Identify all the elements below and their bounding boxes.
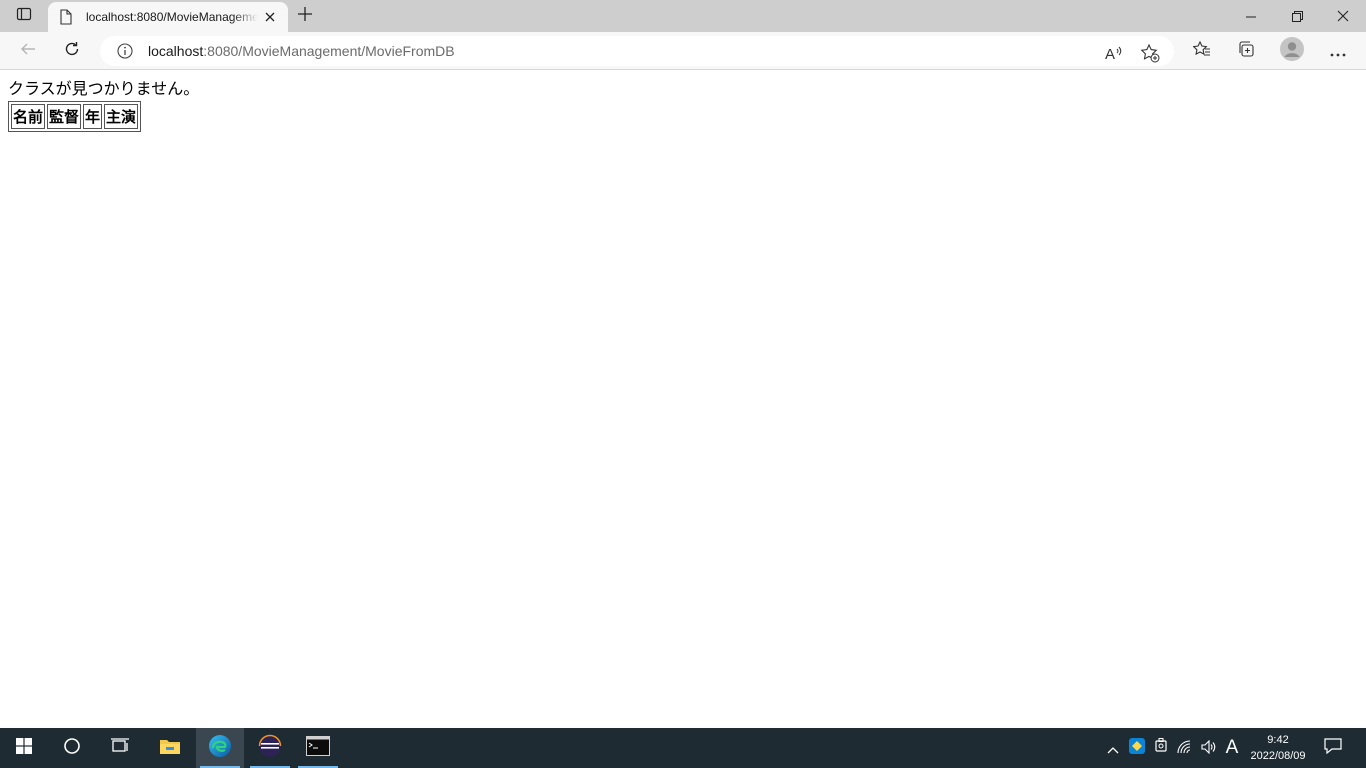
app-tray-icon bbox=[1129, 738, 1145, 758]
restore-icon bbox=[1291, 7, 1303, 26]
header-name: 名前 bbox=[11, 104, 46, 129]
favorites-icon bbox=[1192, 40, 1211, 62]
file-explorer-button[interactable] bbox=[146, 728, 194, 768]
add-favorite-icon[interactable] bbox=[1140, 43, 1160, 63]
back-arrow-icon bbox=[20, 41, 36, 61]
windows-logo-icon bbox=[16, 738, 32, 758]
back-button[interactable] bbox=[12, 35, 44, 67]
read-aloud-icon[interactable]: A bbox=[1104, 43, 1124, 63]
task-view-icon bbox=[110, 737, 130, 759]
url-text: localhost:8080/MovieManagement/MovieFrom… bbox=[148, 43, 455, 59]
table-header-row: 名前 監督 年 主演 bbox=[11, 104, 139, 129]
eclipse-ide-icon bbox=[258, 734, 282, 762]
address-bar[interactable]: localhost:8080/MovieManagement/MovieFrom… bbox=[100, 36, 1174, 66]
collections-button[interactable] bbox=[1230, 35, 1262, 67]
profile-button[interactable] bbox=[1276, 35, 1308, 67]
clock[interactable]: 9:42 2022/08/09 bbox=[1244, 732, 1312, 764]
tab-actions-button[interactable] bbox=[0, 0, 48, 32]
browser-tab[interactable]: localhost:8080/MovieManagement/MovieFrom… bbox=[48, 2, 288, 32]
svg-text:A: A bbox=[1105, 46, 1115, 61]
chevron-up-icon bbox=[1107, 739, 1119, 758]
input-method-indicator[interactable]: A bbox=[1222, 728, 1242, 768]
start-button[interactable] bbox=[0, 728, 48, 768]
terminal-taskbar-button[interactable] bbox=[294, 728, 342, 768]
search-button[interactable] bbox=[48, 728, 96, 768]
network-icon bbox=[1177, 739, 1193, 758]
task-view-button[interactable] bbox=[96, 728, 144, 768]
header-year: 年 bbox=[83, 104, 103, 129]
notification-icon bbox=[1324, 738, 1342, 758]
eclipse-taskbar-button[interactable] bbox=[246, 728, 294, 768]
url-host: localhost bbox=[148, 43, 204, 59]
close-icon bbox=[1337, 7, 1349, 26]
refresh-icon bbox=[64, 41, 80, 61]
tab-strip: localhost:8080/MovieManagement/MovieFrom… bbox=[0, 0, 1366, 32]
volume-icon bbox=[1201, 739, 1217, 758]
error-message: クラスが見つかりません。 bbox=[8, 79, 200, 98]
network-button[interactable] bbox=[1174, 728, 1196, 768]
tab-title: localhost:8080/MovieManagement/MovieFrom… bbox=[86, 10, 258, 24]
device-icon bbox=[1154, 738, 1168, 758]
header-lead-actor: 主演 bbox=[104, 104, 139, 129]
tab-actions-icon bbox=[16, 6, 32, 26]
site-info-icon[interactable] bbox=[116, 42, 134, 60]
edge-taskbar-button[interactable] bbox=[196, 728, 244, 768]
close-window-button[interactable] bbox=[1320, 0, 1366, 32]
search-circle-icon bbox=[63, 737, 81, 759]
collections-icon bbox=[1237, 40, 1255, 62]
clock-date: 2022/08/09 bbox=[1250, 750, 1306, 762]
refresh-button[interactable] bbox=[56, 35, 88, 67]
show-hidden-icons-button[interactable] bbox=[1104, 728, 1122, 768]
folder-icon bbox=[159, 737, 181, 759]
movie-table: 名前 監督 年 主演 bbox=[8, 101, 142, 132]
clock-time: 9:42 bbox=[1267, 734, 1289, 746]
edge-browser-icon bbox=[208, 734, 232, 762]
header-director: 監督 bbox=[47, 104, 82, 129]
volume-button[interactable] bbox=[1198, 728, 1220, 768]
url-path: :8080/MovieManagement/MovieFromDB bbox=[203, 43, 455, 59]
browser-toolbar: localhost:8080/MovieManagement/MovieFrom… bbox=[0, 32, 1366, 70]
avatar bbox=[1280, 37, 1304, 65]
page-icon bbox=[58, 9, 74, 25]
tab-close-icon[interactable] bbox=[262, 9, 278, 25]
minimize-icon bbox=[1246, 7, 1256, 26]
minimize-button[interactable] bbox=[1228, 0, 1274, 32]
command-prompt-icon bbox=[306, 736, 330, 760]
taskbar: A 9:42 2022/08/09 bbox=[0, 728, 1366, 768]
page-content: クラスが見つかりません。 名前 監督 年 主演 bbox=[0, 71, 1366, 728]
app-tray-button[interactable] bbox=[1127, 728, 1147, 768]
favorites-button[interactable] bbox=[1186, 35, 1218, 67]
device-tray-button[interactable] bbox=[1151, 728, 1171, 768]
plus-icon bbox=[297, 6, 313, 26]
more-icon bbox=[1330, 42, 1346, 61]
restore-button[interactable] bbox=[1274, 0, 1320, 32]
settings-menu-button[interactable] bbox=[1322, 35, 1354, 67]
new-tab-button[interactable] bbox=[292, 3, 318, 29]
notifications-button[interactable] bbox=[1318, 728, 1348, 768]
